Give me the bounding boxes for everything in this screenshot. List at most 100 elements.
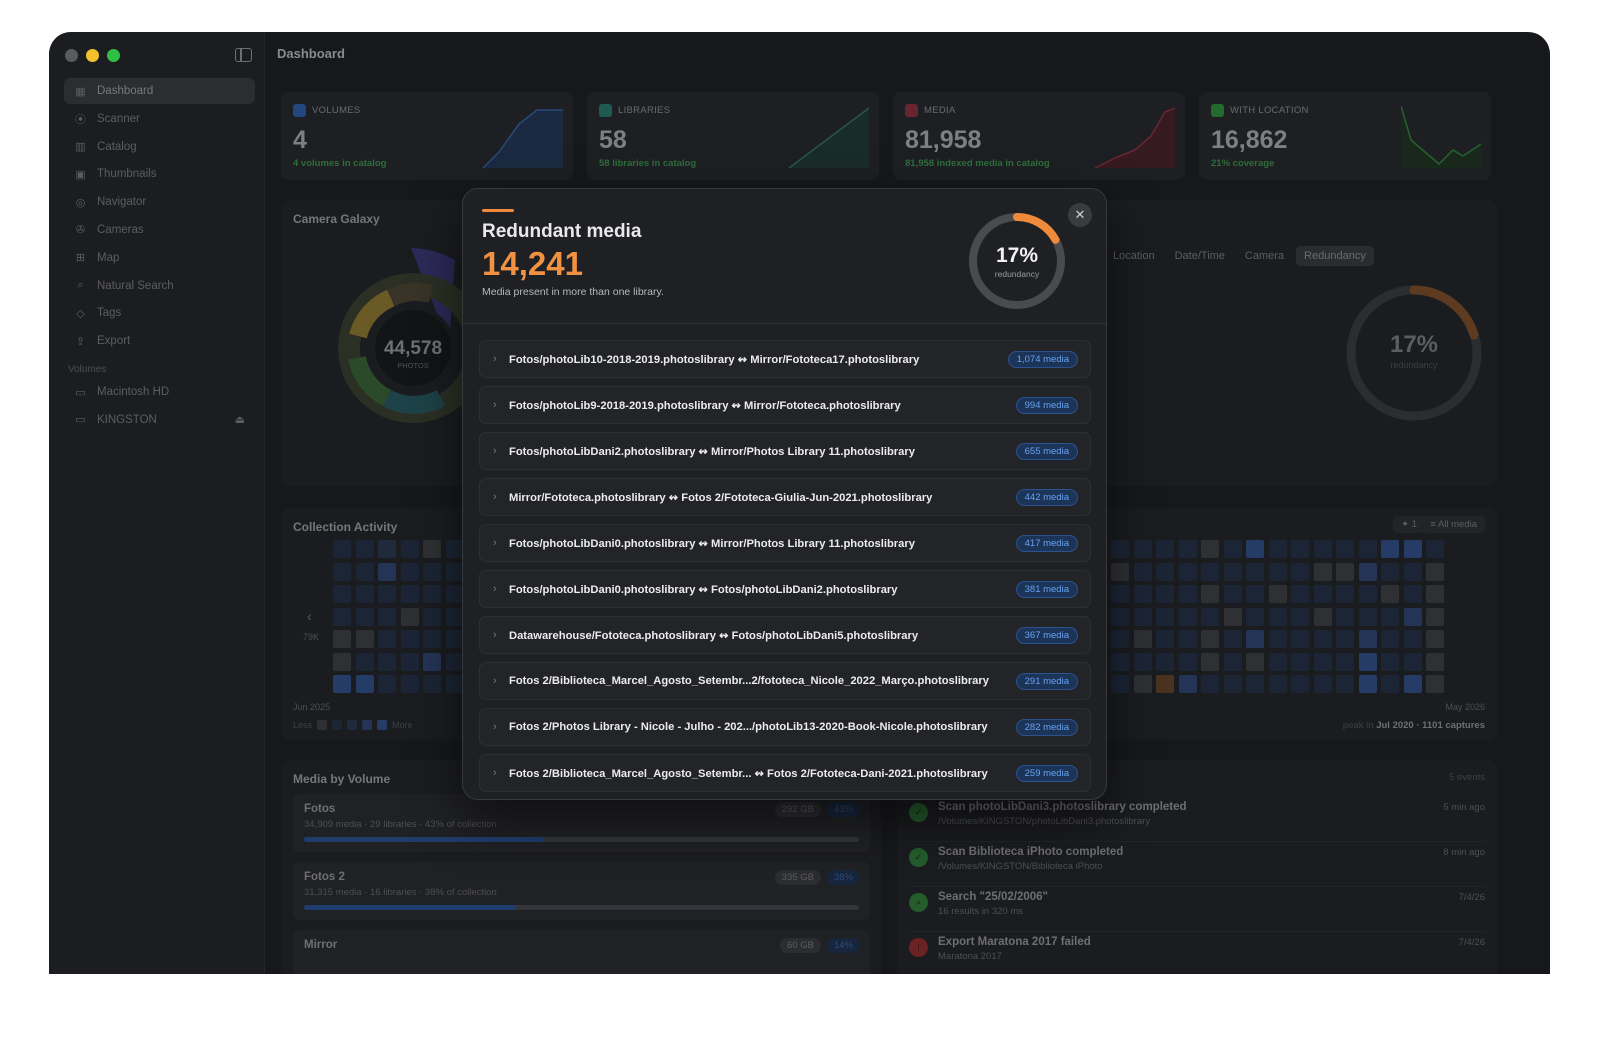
stat-card-libraries[interactable]: LIBRARIES 58 58 libraries in catalog (587, 92, 879, 180)
tab-location[interactable]: Location (1105, 246, 1163, 266)
zoom-window-button[interactable] (107, 49, 120, 62)
library-pair-row[interactable]: › Mirror/Fototeca.photoslibrary ↭ Fotos 2… (479, 478, 1091, 516)
volume-name: Fotos (304, 803, 336, 815)
media-count-badge: 381 media (1015, 580, 1078, 598)
volume-row-mirror[interactable]: Mirror 60 GB 14% (293, 930, 870, 974)
chevron-left-icon[interactable]: ‹ (307, 608, 312, 624)
event-item[interactable]: ✓ Scan Biblioteca iPhoto completed /Volu… (909, 843, 1485, 887)
event-title: Search "25/02/2006" (938, 891, 1049, 903)
volume-name: Fotos 2 (304, 871, 345, 883)
library-pair-row[interactable]: › Fotos/photoLibDani0.photoslibrary ↭ Mir… (479, 524, 1091, 562)
close-button[interactable]: ✕ (1068, 203, 1092, 227)
activity-y-label: 79K (303, 632, 320, 642)
stat-subtitle: 81,958 indexed media in catalog (905, 158, 1050, 169)
stat-subtitle: 21% coverage (1211, 158, 1275, 169)
tab-date-time[interactable]: Date/Time (1167, 246, 1233, 266)
gauge-value: 17% (996, 244, 1038, 267)
sparkline-location (1401, 106, 1481, 168)
sidebar-toggle-icon[interactable] (235, 48, 252, 62)
sidebar-item-scanner[interactable]: ⦿ Scanner (64, 106, 255, 132)
sidebar-item-catalog[interactable]: ▥ Catalog (64, 134, 255, 160)
chevron-right-icon: › (493, 353, 497, 365)
volume-pct: 38% (826, 870, 860, 885)
sidebar-item-kingston[interactable]: ▭ KINGSTON ⏏ (64, 407, 255, 433)
volume-row-fotos[interactable]: Fotos 34,909 media · 29 libraries · 43% … (293, 794, 870, 852)
pair-label: Fotos/photoLib10-2018-2019.photoslibrary… (509, 353, 920, 366)
chevron-right-icon: › (493, 491, 497, 503)
tab-camera[interactable]: Camera (1237, 246, 1292, 266)
library-pairs-list: › Fotos/photoLib10-2018-2019.photoslibrar… (479, 340, 1091, 799)
volume-row-fotos-2[interactable]: Fotos 2 31,315 media · 16 libraries · 38… (293, 862, 870, 920)
sidebar-item-label: Macintosh HD (97, 386, 170, 399)
event-item[interactable]: ✓ Scan photoLibDani3.photoslibrary compl… (909, 798, 1485, 842)
galaxy-tabs: Location Date/Time Camera Redundancy (1105, 246, 1374, 266)
library-pair-row[interactable]: › Datawarehouse/Fototeca.photoslibrary ↭ … (479, 616, 1091, 654)
stat-card-media[interactable]: MEDIA 81,958 81,958 indexed media in cat… (893, 92, 1185, 180)
gauge-label: redundancy (1390, 360, 1438, 370)
event-subtitle: 16 results in 320 ms (938, 906, 1024, 917)
activity-peak: peak in Jul 2020 · 1101 captures (1342, 720, 1485, 731)
stat-label: MEDIA (924, 105, 956, 116)
stat-card-with-location[interactable]: WITH LOCATION 16,862 21% coverage (1199, 92, 1491, 180)
grid-icon: ▦ (75, 85, 86, 98)
modal-accent (482, 209, 514, 212)
media-count-badge: 655 media (1015, 442, 1078, 460)
event-item[interactable]: ⌕ Search "25/02/2006" 16 results in 320 … (909, 888, 1485, 932)
close-icon: ✕ (1074, 207, 1086, 222)
event-title: Scan photoLibDani3.photoslibrary complet… (938, 801, 1187, 813)
sidebar-item-map[interactable]: ⊞ Map (64, 245, 255, 271)
media-count-badge: 1,074 media (1007, 350, 1078, 368)
event-time: 5 min ago (1443, 802, 1485, 813)
broadcast-icon: ⦿ (75, 113, 86, 126)
library-pair-row[interactable]: › Fotos/photoLib9-2018-2019.photoslibrary… (479, 386, 1091, 424)
sidebar-item-dashboard[interactable]: ▦ Dashboard (64, 78, 255, 104)
stat-value: 16,862 (1211, 126, 1288, 154)
search-icon: ⌕ (77, 279, 84, 292)
search-icon: ⌕ (909, 893, 928, 912)
event-time: 7/4/26 (1458, 892, 1485, 903)
chevron-right-icon: › (493, 583, 497, 595)
library-pair-row[interactable]: › Fotos/photoLibDani2.photoslibrary ↭ Mir… (479, 432, 1091, 470)
library-pair-row[interactable]: › Fotos 2/Biblioteca_Marcel_Agosto_Setemb… (479, 662, 1091, 700)
media-filter-button[interactable]: ≡ All media (1422, 516, 1485, 533)
volume-desc: 31,315 media · 16 libraries · 38% of col… (304, 887, 497, 898)
sidebar-item-label: Tags (97, 307, 122, 320)
event-item[interactable]: ! Export Maratona 2017 failed Maratona 2… (909, 933, 1485, 974)
media-count-badge: 442 media (1015, 488, 1078, 506)
drive-icon: ▭ (75, 414, 86, 427)
event-title: Scan Biblioteca iPhoto completed (938, 846, 1124, 858)
stat-value: 58 (599, 126, 627, 154)
stat-value: 4 (293, 126, 307, 154)
library-pair-row[interactable]: › Fotos/photoLibDani0.photoslibrary ↭ Fot… (479, 570, 1091, 608)
close-window-button[interactable] (65, 49, 78, 62)
sidebar-item-export[interactable]: ⇪ Export (64, 328, 255, 354)
volume-pct: 43% (826, 802, 860, 817)
sidebar-item-thumbnails[interactable]: ▣ Thumbnails (64, 161, 255, 187)
library-pair-row[interactable]: › Fotos 2/Photos Library - Nicole - Julho… (479, 708, 1091, 746)
check-icon: ✓ (909, 848, 928, 867)
volumes-heading: Volumes (68, 364, 107, 376)
card-title: Camera Galaxy (293, 212, 380, 226)
minimize-window-button[interactable] (86, 49, 99, 62)
tab-redundancy[interactable]: Redundancy (1296, 246, 1374, 266)
eject-icon[interactable]: ⏏ (235, 413, 245, 426)
media-count-badge: 994 media (1015, 396, 1078, 414)
legend-less: Less (293, 720, 313, 730)
sidebar-item-tags[interactable]: ◇ Tags (64, 300, 255, 326)
redundancy-gauge: 17% redundancy (1346, 285, 1482, 421)
activity-heatmap-right (1111, 540, 1444, 693)
sidebar-item-cameras[interactable]: ✇ Cameras (64, 217, 255, 243)
stat-card-volumes[interactable]: VOLUMES 4 4 volumes in catalog (281, 92, 573, 180)
chevron-right-icon: › (493, 767, 497, 779)
pin-filter-button[interactable]: ✦ 1 (1393, 516, 1425, 533)
library-pair-row[interactable]: › Fotos 2/Biblioteca_Marcel_Agosto_Setemb… (479, 754, 1091, 792)
stat-label: LIBRARIES (618, 105, 671, 116)
chevron-right-icon: › (493, 537, 497, 549)
sidebar-item-macintosh-hd[interactable]: ▭ Macintosh HD (64, 379, 255, 405)
check-icon: ✓ (909, 803, 928, 822)
library-pair-row[interactable]: › Fotos/photoLib10-2018-2019.photoslibrar… (479, 340, 1091, 378)
sidebar-item-navigator[interactable]: ◎ Navigator (64, 189, 255, 215)
sidebar-item-natural-search[interactable]: ⌕ Natural Search (64, 273, 255, 299)
pair-label: Datawarehouse/Fototeca.photoslibrary ↭ F… (509, 629, 919, 642)
sidebar-item-label: Scanner (97, 112, 140, 125)
